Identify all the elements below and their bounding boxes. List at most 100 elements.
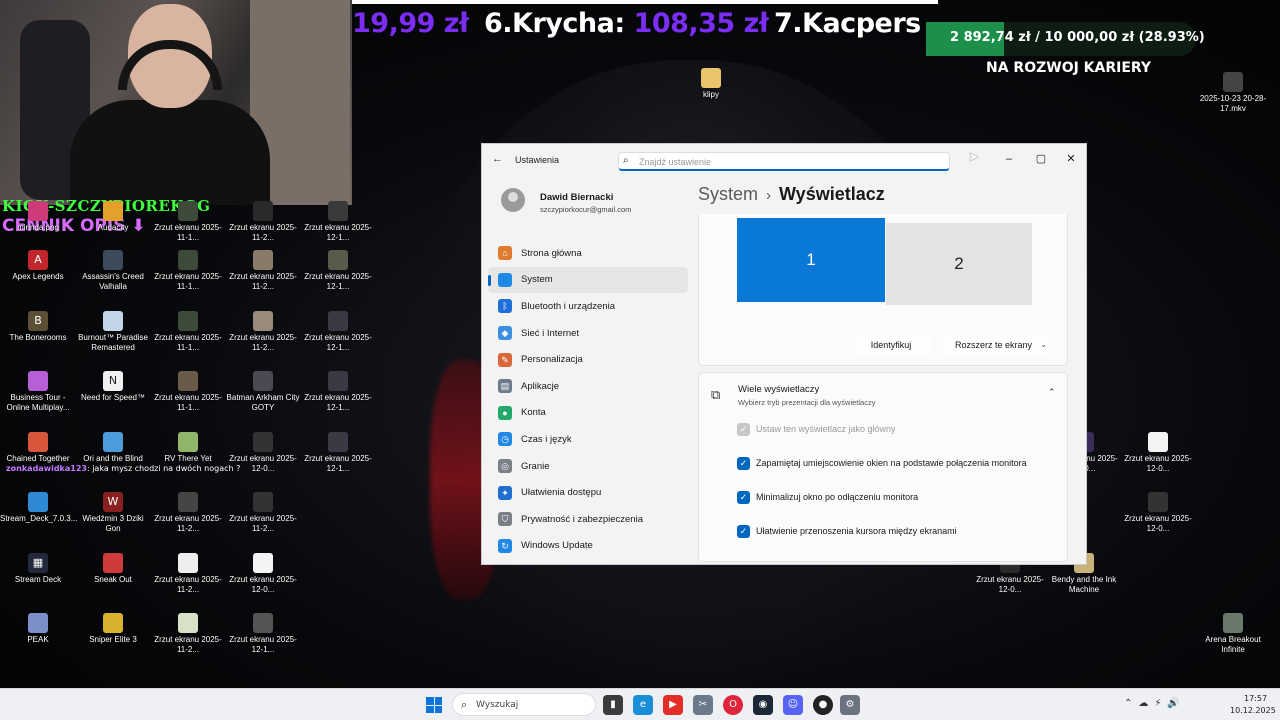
desktop-icon-rv[interactable]: RV There Yet [150,432,226,464]
settings-content: 1 2 Identyfikuj Rozszerz te ekrany ⌄ ⧉ Wi… [698,214,1072,564]
nav-item-home[interactable]: ⌂ Strona główna [488,240,688,267]
identify-button[interactable]: Identyfikuj [849,334,933,356]
desktop-icon-screenshot[interactable]: Zrzut ekranu 2025-12-1... [300,250,376,292]
nav-item-privacy[interactable]: ⛉ Prywatność i zabezpieczenia [488,506,688,533]
opera-icon[interactable]: O [723,695,743,715]
image-icon [253,250,273,270]
clock-date[interactable]: 10.12.2025 [1230,706,1276,715]
titlebar: ← Ustawienia ⌕ – ▢ ✕ [482,144,1086,176]
desktop-icon-screenshot[interactable]: Zrzut ekranu 2025-11-2... [150,613,226,655]
desktop-icon-chained[interactable]: Chained Together [0,432,76,464]
desktop-icon-wiedzmin[interactable]: W Wiedźmin 3 Dziki Gon [75,492,151,534]
steam-icon[interactable]: ◉ [753,695,773,715]
back-arrow-icon[interactable]: ← [492,153,503,165]
maximize-button[interactable]: ▢ [1026,149,1056,169]
ticker-item: 6.Krycha: 108,35 zł [484,8,769,39]
desktop-icon-screenshot[interactable]: Zrzut ekranu 2025-11-1... [150,311,226,353]
desktop-icon-screenshot[interactable]: Zrzut ekranu 2025-11-2... [225,201,301,243]
option-remember-window-locations[interactable]: ✓ Zapamiętaj umiejscowienie okien na pods… [737,455,1027,471]
desktop-icon-burnout[interactable]: Burnout™ Paradise Remastered [75,311,151,353]
chat-text: : jaka mysz chodzi na dwóch nogach ? [86,464,241,473]
desktop-icon-ori[interactable]: Ori and the Blind [75,432,151,464]
desktop-icon-screenshot[interactable]: Zrzut ekranu 2025-11-2... [150,553,226,595]
settings-gear-icon[interactable]: ⚙ [840,695,860,715]
nav-item-accounts[interactable]: ● Konta [488,400,688,427]
breadcrumb-parent[interactable]: System [698,184,758,204]
desktop-icon-stream-deck-setup[interactable]: Stream_Deck_7.0.3... [0,492,77,524]
desktop-icon-arena[interactable]: Arena Breakout Infinite [1195,613,1271,655]
desktop-icon-mirinda[interactable]: mirinda.png [0,201,76,233]
desktop-icon-sniper[interactable]: Sniper Elite 3 [75,613,151,645]
webcam-feed [0,0,352,205]
clock-time[interactable]: 17:57 [1244,694,1267,703]
desktop-icon-nfs[interactable]: N Need for Speed™ [75,371,151,403]
option-ease-cursor-movement[interactable]: ✓ Ułatwienie przenoszenia kursora między … [737,523,957,539]
nav-item-gaming[interactable]: ◎ Granie [488,453,688,480]
desktop-icon-screenshot[interactable]: Zrzut ekranu 2025-11-1... [150,201,226,243]
option-minimize-on-disconnect[interactable]: ✓ Minimalizuj okno po odłączeniu monitora [737,489,918,505]
desktop-icon-backrooms[interactable]: B The Bonerooms [0,311,76,343]
desktop-icon-screenshot[interactable]: Zrzut ekranu 2025-11-2... [225,311,301,353]
desktop-icon-screenshot[interactable]: Zrzut ekranu 2025-11-2... [150,492,226,534]
display-mode-select[interactable]: Rozszerz te ekrany ⌄ [943,334,1055,356]
checkbox[interactable]: ✓ [737,524,750,538]
donation-goal-text: 2 892,74 zł / 10 000,00 zł (28.93%) [950,30,1205,45]
nav-item-network[interactable]: ◆ Sieć i Internet [488,320,688,347]
minimize-button[interactable]: – [994,149,1024,169]
nav-item-windows-update[interactable]: ↻ Windows Update [488,533,688,560]
desktop-icon-screenshot[interactable]: Zrzut ekranu 2025-12-1... [300,371,376,413]
nav-item-accessibility[interactable]: ✦ Ułatwienia dostępu [488,479,688,506]
app-icon[interactable]: ● [813,695,833,715]
image-icon [178,311,198,331]
desktop-icon-screenshot[interactable]: Zrzut ekranu 2025-11-2... [225,250,301,292]
game-icon [103,432,123,452]
desktop-icon-assassins[interactable]: Assassin's Creed Valhalla [75,250,151,292]
chevron-up-icon[interactable]: ⌃ [1048,387,1056,398]
image-icon [28,201,48,221]
checkbox[interactable]: ✓ [737,490,750,504]
desktop-icon-apex[interactable]: A Apex Legends [0,250,76,282]
desktop-icon-sneak-out[interactable]: Sneak Out [75,553,151,585]
monitor-1[interactable]: 1 [737,218,885,302]
close-button[interactable]: ✕ [1056,149,1086,169]
discord-icon[interactable]: ☺ [783,695,803,715]
nav-item-bluetooth[interactable]: ᛒ Bluetooth i urządzenia [488,293,688,320]
nav-item-apps[interactable]: ▤ Aplikacje [488,373,688,400]
video-file-icon [1223,72,1243,92]
desktop-icon-screenshot[interactable]: Zrzut ekranu 2025-12-0... [1120,432,1196,474]
desktop-icon-screenshot[interactable]: Zrzut ekranu 2025-12-1... [300,201,376,243]
nav-item-system[interactable]: System [488,266,688,294]
game-icon [28,432,48,452]
desktop-icon-peak[interactable]: PEAK [0,613,76,645]
edge-icon[interactable]: e [633,695,653,715]
monitor-2[interactable]: 2 [886,223,1032,305]
system-tray[interactable]: ⌃☁⚡🔊 [1124,698,1186,709]
desktop-icon-klipy[interactable]: klipy [673,68,749,100]
desktop-icon-audacity[interactable]: Audacity [75,201,151,233]
desktop-icon-screenshot[interactable]: Zrzut ekranu 2025-12-0... [1120,492,1196,534]
multiple-displays-icon: ⧉ [711,387,721,402]
desktop-icon-screenshot[interactable]: Zrzut ekranu 2025-12-1... [300,311,376,353]
desktop-icon-screenshot[interactable]: Zrzut ekranu 2025-12-1... [300,432,376,474]
desktop-icon-screenshot[interactable]: Zrzut ekranu 2025-12-1... [225,613,301,655]
desktop-icon-screenshot[interactable]: Zrzut ekranu 2025-11-2... [225,492,301,534]
desktop-icon-mkv[interactable]: 2025-10-23 20-28-17.mkv [1195,72,1271,114]
desktop-icon-screenshot[interactable]: Zrzut ekranu 2025-12-0... [225,553,301,595]
avatar[interactable] [501,188,525,212]
desktop-icon-stream-deck[interactable]: ▦ Stream Deck [0,553,76,585]
desktop-icon-business-tour[interactable]: Business Tour - Online Multiplay... [0,371,76,413]
checkbox[interactable]: ✓ [737,456,750,470]
desktop-icon-batman[interactable]: Batman Arkham City GOTY [225,371,301,413]
settings-search[interactable]: ⌕ [618,152,950,171]
file-explorer-icon[interactable]: ▮ [603,695,623,715]
nav-item-personalization[interactable]: ✎ Personalizacja [488,346,688,373]
game-icon [178,432,198,452]
nav-item-time-language[interactable]: ◷ Czas i język [488,426,688,453]
windows-start-icon[interactable] [426,697,442,713]
desktop-icon-screenshot[interactable]: Zrzut ekranu 2025-11-1... [150,250,226,292]
taskbar-search[interactable]: ⌕ Wyszukaj [452,693,596,716]
search-input[interactable] [639,155,939,168]
desktop-icon-screenshot[interactable]: Zrzut ekranu 2025-11-1... [150,371,226,413]
snipping-tool-icon[interactable]: ✂ [693,695,713,715]
youtube-icon[interactable]: ▶ [663,695,683,715]
